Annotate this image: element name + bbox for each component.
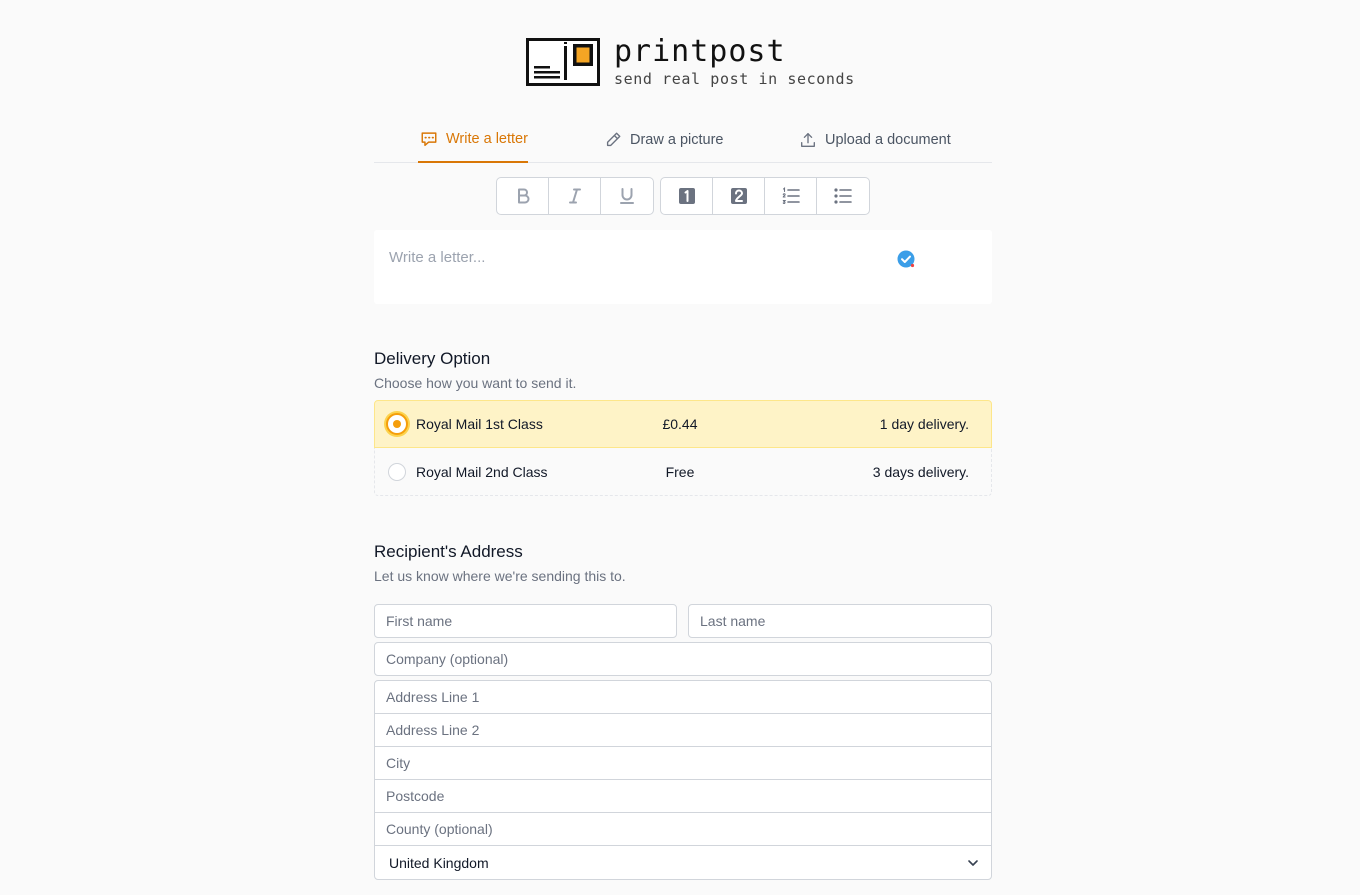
tab-label: Write a letter — [446, 130, 528, 147]
letter-editor[interactable]: Write a letter... — [374, 230, 992, 304]
chevron-down-icon — [968, 860, 978, 866]
postcode-input[interactable] — [375, 780, 991, 812]
address-line-2-input[interactable] — [375, 714, 991, 746]
bold-button[interactable] — [497, 178, 549, 214]
option-name: Royal Mail 2nd Class — [416, 463, 548, 480]
tab-label: Upload a document — [825, 131, 951, 148]
italic-icon — [568, 188, 581, 204]
tab-label: Draw a picture — [630, 131, 724, 148]
radio-unselected[interactable] — [388, 462, 406, 481]
option-delivery-time: 1 day delivery. — [879, 416, 969, 432]
option-price: £0.44 — [662, 416, 698, 432]
numbered-list-icon — [782, 187, 800, 205]
option-name: Royal Mail 1st Class — [416, 416, 543, 432]
italic-button[interactable] — [549, 178, 601, 214]
radio-selected[interactable] — [386, 413, 408, 435]
address-fields: United Kingdom — [374, 680, 992, 880]
address-line-1-field — [374, 680, 992, 714]
address-title: Recipient's Address — [374, 542, 523, 561]
format-toolbar-blocks — [660, 177, 870, 215]
address-subtitle: Let us know where we're sending this to. — [374, 568, 626, 584]
delivery-option-second-class[interactable]: Royal Mail 2nd Class Free 3 days deliver… — [374, 448, 992, 496]
tab-write-letter[interactable]: Write a letter — [418, 116, 528, 163]
delivery-option-first-class[interactable]: Royal Mail 1st Class £0.44 1 day deliver… — [374, 400, 992, 448]
city-field — [374, 746, 992, 780]
upload-icon — [801, 132, 815, 147]
postcard-logo-icon — [526, 38, 600, 86]
heading-1-button[interactable] — [661, 178, 713, 214]
delivery-options: Royal Mail 1st Class £0.44 1 day deliver… — [374, 400, 992, 496]
postcode-field — [374, 779, 992, 813]
heading-1-icon — [678, 188, 695, 204]
heading-2-icon — [730, 188, 747, 204]
tab-upload-document[interactable]: Upload a document — [799, 116, 951, 163]
delivery-subtitle: Choose how you want to send it. — [374, 375, 577, 391]
bullet-list-button[interactable] — [817, 178, 869, 214]
editor-placeholder: Write a letter... — [389, 249, 486, 266]
mode-tabs: Write a letter Draw a picture Upload a d… — [374, 116, 992, 163]
chat-bubble-icon — [421, 131, 437, 146]
company-input[interactable] — [375, 643, 991, 675]
option-price: Free — [665, 463, 695, 480]
logo: printpost send real post in seconds — [526, 34, 855, 88]
first-name-input[interactable] — [375, 605, 676, 637]
last-name-field — [688, 604, 992, 638]
heading-2-button[interactable] — [713, 178, 765, 214]
numbered-list-button[interactable] — [765, 178, 817, 214]
format-toolbar-text — [496, 177, 654, 215]
brand-tagline: send real post in seconds — [614, 70, 855, 88]
city-input[interactable] — [375, 747, 991, 779]
bold-icon — [517, 188, 529, 204]
last-name-input[interactable] — [689, 605, 991, 637]
first-name-field — [374, 604, 677, 638]
county-input[interactable] — [375, 813, 991, 845]
bullet-list-icon — [834, 188, 852, 204]
grammar-check-icon[interactable] — [896, 249, 916, 269]
pencil-icon — [606, 132, 621, 146]
county-field — [374, 812, 992, 846]
address-line-1-input[interactable] — [375, 681, 991, 713]
country-select[interactable]: United Kingdom — [374, 845, 992, 880]
delivery-title: Delivery Option — [374, 349, 491, 368]
brand-name: printpost — [614, 34, 786, 69]
company-field — [374, 642, 992, 676]
underline-icon — [620, 188, 634, 204]
tab-draw-picture[interactable]: Draw a picture — [604, 116, 723, 163]
address-line-2-field — [374, 713, 992, 747]
country-value: United Kingdom — [389, 854, 489, 871]
option-delivery-time: 3 days delivery. — [872, 463, 969, 480]
underline-button[interactable] — [601, 178, 653, 214]
